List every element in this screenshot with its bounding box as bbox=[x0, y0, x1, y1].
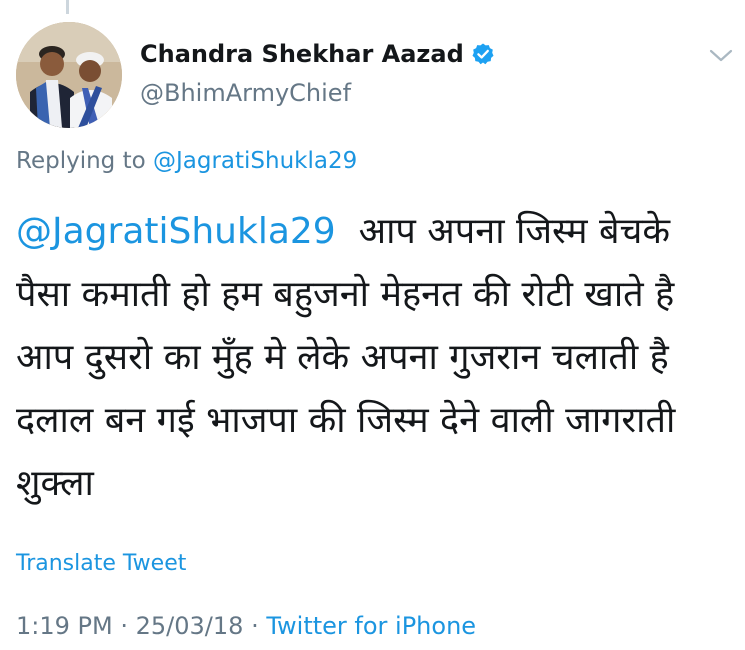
author-handle[interactable]: @BhimArmyChief bbox=[140, 79, 351, 107]
reply-context: Replying to @JagratiShukla29 bbox=[16, 148, 357, 174]
reply-context-prefix: Replying to bbox=[16, 148, 146, 174]
thread-connector-line bbox=[66, 0, 69, 14]
verified-badge-icon bbox=[471, 42, 495, 66]
tweet-body: @JagratiShukla29 आप अपना जिस्म बेचके पैस… bbox=[16, 200, 716, 515]
chevron-down-icon[interactable] bbox=[707, 46, 735, 64]
tweet-time: 1:19 PM bbox=[16, 612, 113, 640]
translate-tweet-link[interactable]: Translate Tweet bbox=[16, 551, 186, 576]
tweet-meta: 1:19 PM · 25/03/18 · Twitter for iPhone bbox=[16, 612, 476, 640]
tweet-body-mention-link[interactable]: @JagratiShukla29 bbox=[16, 211, 336, 252]
reply-to-mention-link[interactable]: @JagratiShukla29 bbox=[153, 148, 357, 174]
meta-separator: · bbox=[120, 612, 128, 640]
meta-separator: · bbox=[251, 612, 259, 640]
avatar-photo bbox=[16, 22, 122, 128]
avatar[interactable] bbox=[16, 22, 122, 128]
author-name-row[interactable]: Chandra Shekhar Aazad bbox=[140, 40, 495, 68]
tweet-date: 25/03/18 bbox=[135, 612, 244, 640]
tweet-source-link[interactable]: Twitter for iPhone bbox=[266, 612, 476, 640]
tweet-body-text: आप अपना जिस्म बेचके पैसा कमाती हो हम बहु… bbox=[16, 211, 676, 504]
author-display-name[interactable]: Chandra Shekhar Aazad bbox=[140, 40, 464, 68]
